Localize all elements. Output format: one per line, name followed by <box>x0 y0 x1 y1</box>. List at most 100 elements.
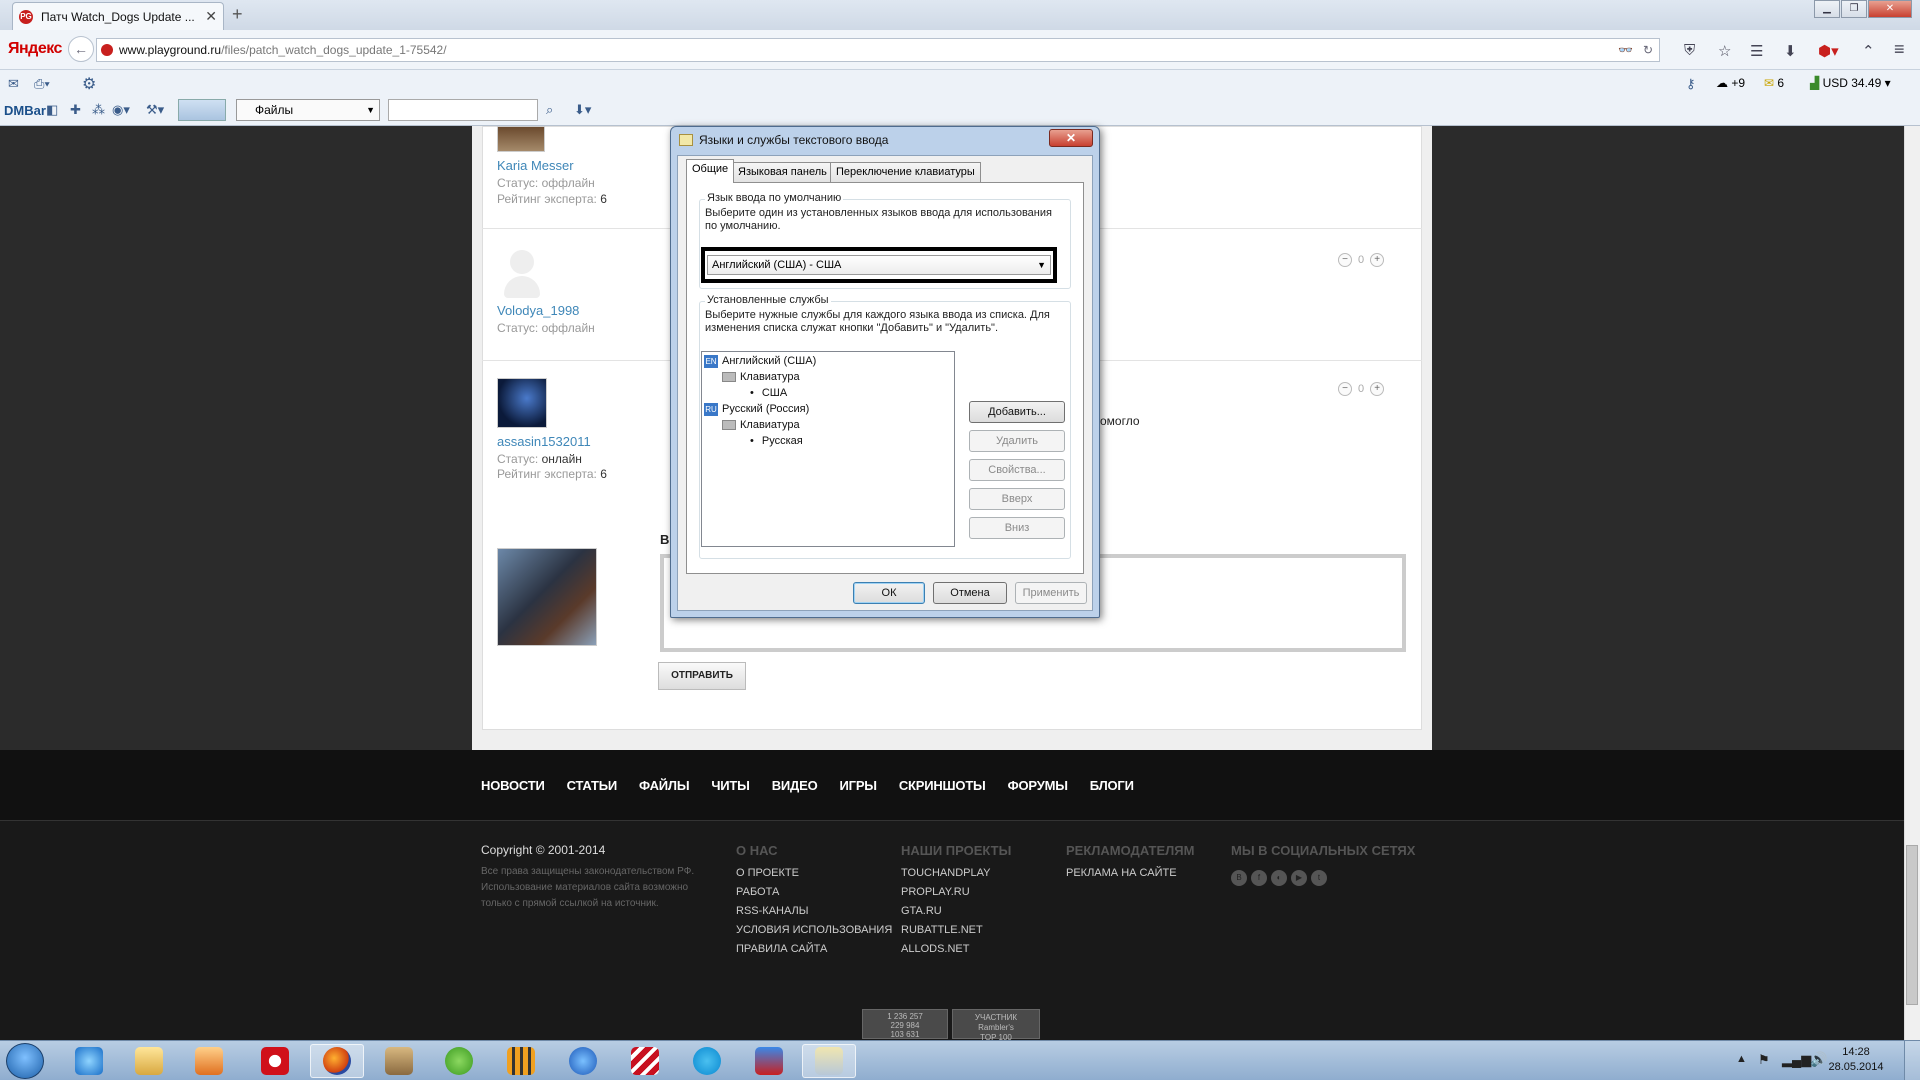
facebook-icon[interactable]: f <box>1251 870 1267 886</box>
vote-down-button[interactable]: − <box>1338 253 1352 267</box>
system-clock[interactable]: 14:28 28.05.2014 <box>1826 1045 1886 1075</box>
taskbar-video-editor[interactable] <box>494 1044 548 1078</box>
download-icon[interactable]: ⬇ <box>1784 42 1797 60</box>
taskbar-skype[interactable] <box>680 1044 734 1078</box>
tray-expand-icon[interactable]: ▲ <box>1736 1053 1747 1065</box>
apply-button[interactable]: Применить <box>1015 582 1087 604</box>
scrollbar-thumb[interactable] <box>1906 845 1918 1005</box>
tree-node-keyboard[interactable]: Клавиатура <box>722 417 954 433</box>
back-arrow-icon[interactable]: ← <box>68 36 94 62</box>
gear-icon[interactable]: ⚙ <box>82 74 96 94</box>
twitter-icon[interactable]: t <box>1311 870 1327 886</box>
volume-icon[interactable]: 🔊 <box>1810 1051 1827 1068</box>
action-center-flag-icon[interactable]: ⚑ <box>1758 1052 1770 1068</box>
network-icon[interactable]: ⁂ <box>92 102 105 118</box>
nav-video[interactable]: ВИДЕО <box>772 778 818 793</box>
footer-link[interactable]: РЕКЛАМА НА САЙТЕ <box>1066 864 1177 883</box>
services-tree[interactable]: EN Английский (США) Клавиатура • США RU Рус… <box>701 351 955 547</box>
tab-keyboard-switch[interactable]: Переключение клавиатуры <box>830 162 981 182</box>
new-tab-button[interactable]: + <box>232 4 243 25</box>
steam-icon[interactable]: ◐ <box>1271 870 1287 886</box>
properties-button[interactable]: Свойства... <box>969 459 1065 481</box>
browser-tab[interactable]: PG Патч Watch_Dogs Update ... ✕ <box>12 2 224 30</box>
footer-link[interactable]: TOUCHANDPLAY <box>901 864 990 883</box>
dmbar-logo[interactable]: DMBar <box>4 103 46 118</box>
bookmarks-list-icon[interactable]: ☰ <box>1750 42 1763 60</box>
taskbar-utorrent[interactable] <box>432 1044 486 1078</box>
tree-node-language[interactable]: EN Английский (США) <box>704 353 954 369</box>
footer-link[interactable]: GTA.RU <box>901 902 990 921</box>
nav-news[interactable]: НОВОСТИ <box>481 778 545 793</box>
nav-screenshots[interactable]: СКРИНШОТЫ <box>899 778 986 793</box>
show-desktop-button[interactable] <box>1904 1041 1920 1080</box>
taskbar-ie[interactable] <box>62 1044 116 1078</box>
network-signal-icon[interactable]: ▂▄▆ <box>1782 1052 1811 1068</box>
taskbar-todo[interactable] <box>742 1044 796 1078</box>
key-icon[interactable]: ⚷ <box>1686 76 1696 92</box>
search-icon[interactable]: ⌕ <box>546 102 553 118</box>
footer-link[interactable]: RSS-КАНАЛЫ <box>736 902 892 921</box>
tab-close-icon[interactable]: ✕ <box>205 8 217 25</box>
reader-mode-icon[interactable]: 👓 <box>1618 39 1633 61</box>
reload-icon[interactable]: ↻ <box>1643 39 1653 61</box>
move-down-button[interactable]: Вниз <box>969 517 1065 539</box>
bookmark-star-icon[interactable]: ☆ <box>1718 42 1731 60</box>
download-arrow-icon[interactable]: ⬇▾ <box>574 102 591 118</box>
default-avatar-icon[interactable] <box>504 250 540 300</box>
start-button[interactable] <box>6 1043 44 1079</box>
ok-button[interactable]: ОК <box>853 582 925 604</box>
taskbar-launcher[interactable] <box>556 1044 610 1078</box>
add-icon[interactable]: ✚ <box>70 102 81 118</box>
avatar[interactable] <box>497 378 547 428</box>
taskbar-explorer[interactable] <box>122 1044 176 1078</box>
taskbar-control-panel[interactable] <box>802 1044 856 1078</box>
taskbar-opera[interactable] <box>248 1044 302 1078</box>
taskbar-app[interactable] <box>372 1044 426 1078</box>
vote-down-button[interactable]: − <box>1338 382 1352 396</box>
nav-files[interactable]: ФАЙЛЫ <box>639 778 690 793</box>
vk-icon[interactable]: B <box>1231 870 1247 886</box>
nav-forums[interactable]: ФОРУМЫ <box>1008 778 1068 793</box>
move-up-button[interactable]: Вверх <box>969 488 1065 510</box>
footer-link[interactable]: ПРАВИЛА САЙТА <box>736 940 892 959</box>
menu-icon[interactable]: ≡ <box>1894 39 1905 60</box>
vote-up-button[interactable]: + <box>1370 253 1385 267</box>
dialog-titlebar[interactable]: Языки и службы текстового ввода <box>679 133 888 147</box>
username-link[interactable]: Volodya_1998 <box>497 303 579 318</box>
protect-icon[interactable]: ⛨ <box>1684 42 1695 59</box>
tree-node-language[interactable]: RU Русский (Россия) <box>704 401 954 417</box>
window-close-button[interactable]: ✕ <box>1868 0 1912 18</box>
footer-link[interactable]: О ПРОЕКТЕ <box>736 864 892 883</box>
taskbar-app-stripes[interactable] <box>618 1044 672 1078</box>
minimize-button[interactable]: ▁ <box>1814 0 1840 18</box>
url-input[interactable]: www.playground.ru/files/patch_watch_dogs… <box>96 38 1660 62</box>
default-language-select[interactable]: Английский (США) - США ▼ <box>707 255 1051 275</box>
remove-button[interactable]: Удалить <box>969 430 1065 452</box>
toolbar-icon-1[interactable]: ◧ <box>46 102 58 118</box>
nav-games[interactable]: ИГРЫ <box>840 778 878 793</box>
liveinternet-counter[interactable]: 1 236 257 229 984 103 631 <box>862 1009 948 1039</box>
username-link[interactable]: assasin1532011 <box>497 434 591 449</box>
taskbar-media-player[interactable] <box>182 1044 236 1078</box>
footer-link[interactable]: УСЛОВИЯ ИСПОЛЬЗОВАНИЯ <box>736 921 892 940</box>
cancel-button[interactable]: Отмена <box>933 582 1007 604</box>
taskbar-firefox[interactable] <box>310 1044 364 1078</box>
rambler-top100-badge[interactable]: УЧАСТНИК Rambler's TOP 100 <box>952 1009 1040 1042</box>
mail-icon[interactable]: ✉ <box>8 76 19 92</box>
tab-language-bar[interactable]: Языковая панель <box>732 162 833 182</box>
weather-widget[interactable]: ☁ +9 <box>1716 76 1745 90</box>
files-select[interactable]: Файлы <box>236 99 380 121</box>
username-link[interactable]: Karia Messer <box>497 158 574 173</box>
globe-icon[interactable]: ◉▾ <box>112 102 130 118</box>
vote-up-button[interactable]: + <box>1370 382 1385 396</box>
print-icon[interactable]: ⎙▾ <box>34 76 50 92</box>
avatar[interactable] <box>497 126 545 152</box>
tree-node-layout[interactable]: • Русская <box>750 433 954 449</box>
collapse-icon[interactable]: ⌃ <box>1862 42 1875 60</box>
tree-node-keyboard[interactable]: Клавиатура <box>722 369 954 385</box>
toolbar-image-button[interactable] <box>178 99 226 121</box>
yandex-logo[interactable]: Яндекс <box>8 40 62 58</box>
footer-link[interactable]: PROPLAY.RU <box>901 883 990 902</box>
adblock-icon[interactable]: ⬢▾ <box>1818 42 1839 60</box>
nav-articles[interactable]: СТАТЬИ <box>567 778 618 793</box>
